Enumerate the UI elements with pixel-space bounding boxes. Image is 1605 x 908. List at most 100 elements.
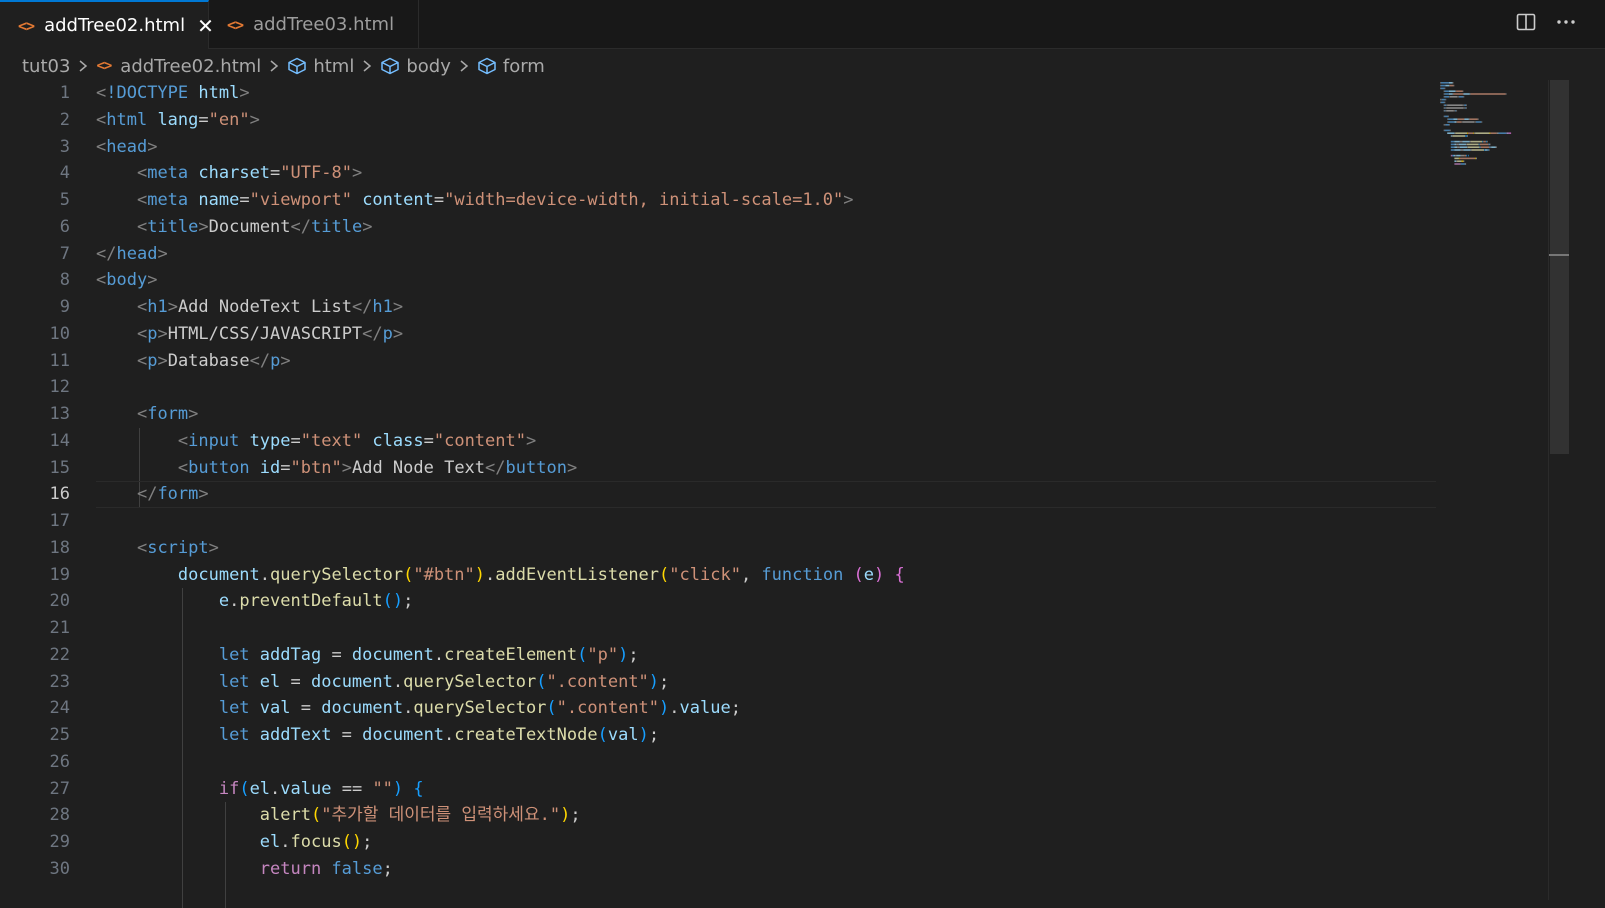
minimap-line bbox=[1444, 104, 1447, 106]
minimap-line bbox=[1467, 143, 1479, 146]
breadcrumb-item-folder[interactable]: tut03 bbox=[22, 56, 70, 77]
minimap-line bbox=[1462, 90, 1464, 92]
code-line[interactable]: <head> bbox=[96, 134, 1436, 161]
code-token: ) bbox=[638, 725, 649, 745]
minimap-line bbox=[1452, 93, 1454, 95]
code-area[interactable]: <!DOCTYPE html> <html lang="en"> <head> <m… bbox=[96, 80, 1436, 908]
minimap-line bbox=[1444, 115, 1449, 118]
editor-actions bbox=[1515, 0, 1577, 48]
code-token: = bbox=[198, 109, 209, 130]
minimap-line bbox=[1448, 115, 1449, 118]
code-line[interactable]: <meta charset="UTF-8"> bbox=[96, 160, 1436, 187]
tab-addtree03[interactable]: <> addTree03.html bbox=[209, 0, 419, 49]
line-number: 20 bbox=[49, 591, 70, 612]
code-line[interactable]: document.querySelector("#btn").addEventL… bbox=[96, 562, 1436, 589]
minimap-line bbox=[1476, 157, 1477, 160]
code-token: ) bbox=[659, 698, 670, 719]
code-line[interactable]: <script> bbox=[96, 535, 1436, 562]
code-line[interactable]: <button id="btn">Add Node Text</button> bbox=[96, 455, 1436, 482]
minimap-line bbox=[1444, 129, 1450, 132]
minimap-line bbox=[1453, 118, 1458, 120]
minimap-line bbox=[1467, 135, 1468, 137]
code-line[interactable]: el.focus(); bbox=[96, 829, 1436, 856]
code-token: document bbox=[177, 564, 260, 585]
code-line[interactable]: alert("추가할 데이터를 입력하세요."); bbox=[96, 802, 1436, 829]
minimap-line bbox=[1458, 96, 1464, 98]
code-line[interactable]: let val = document.querySelector(".conte… bbox=[96, 695, 1436, 722]
code-token: preventDefault bbox=[239, 591, 383, 612]
tab-addtree02[interactable]: <> addTree02.html ✕ bbox=[0, 0, 214, 49]
code-token: ; bbox=[403, 591, 414, 612]
minimap-line bbox=[1486, 140, 1488, 143]
line-number: 7 bbox=[59, 243, 70, 264]
code-line[interactable]: e.preventDefault(); bbox=[96, 588, 1436, 615]
code-line[interactable]: <meta name="viewport" content="width=dev… bbox=[96, 187, 1436, 214]
code-token: > bbox=[239, 83, 250, 103]
minimap-line bbox=[1456, 90, 1463, 92]
code-token: = bbox=[280, 457, 291, 478]
minimap-line bbox=[1464, 118, 1469, 120]
minimap-line bbox=[1455, 132, 1467, 134]
code-line[interactable]: let addTag = document.createElement("p")… bbox=[96, 642, 1436, 669]
line-number: 30 bbox=[49, 858, 70, 879]
code-line[interactable]: let el = document.querySelector(".conten… bbox=[96, 669, 1436, 696]
code-line[interactable] bbox=[96, 615, 1436, 642]
more-actions-icon[interactable] bbox=[1555, 11, 1577, 37]
line-number: 21 bbox=[49, 618, 70, 638]
code-token: "content" bbox=[433, 430, 526, 451]
minimap-line bbox=[1452, 135, 1466, 137]
cube-icon bbox=[380, 57, 400, 75]
minimap-line bbox=[1458, 143, 1467, 146]
minimap-line bbox=[1453, 84, 1455, 87]
code-line[interactable] bbox=[96, 508, 1436, 535]
breadcrumb-item-file[interactable]: <> addTree02.html bbox=[96, 56, 261, 77]
code-line[interactable]: <!DOCTYPE html> bbox=[96, 80, 1436, 107]
minimap-line bbox=[1457, 118, 1458, 120]
minimap-line bbox=[1440, 101, 1441, 104]
code-editor[interactable]: 1 2 3 4 5 6 7 8 9 10 11 12 13 14 15 16 17 18 19 20 21 22 23 24 2… bbox=[0, 80, 1548, 908]
minimap-line bbox=[1449, 90, 1456, 92]
code-line[interactable]: <title>Document</title> bbox=[96, 214, 1436, 241]
code-line[interactable]: <form> bbox=[96, 401, 1436, 428]
code-token: head bbox=[116, 243, 158, 264]
minimap-line bbox=[1450, 146, 1455, 148]
minimap-line bbox=[1459, 140, 1463, 143]
line-number-gutter: 1 2 3 4 5 6 7 8 9 10 11 12 13 14 15 16 17 18 19 20 21 22 23 24 2… bbox=[0, 80, 70, 883]
code-token: ( bbox=[577, 644, 588, 665]
split-editor-icon[interactable] bbox=[1515, 11, 1537, 37]
code-token: ".content" bbox=[556, 698, 660, 719]
scrollbar-thumb[interactable] bbox=[1550, 80, 1569, 454]
code-line[interactable] bbox=[96, 749, 1436, 776]
code-line[interactable] bbox=[96, 374, 1436, 401]
code-line[interactable]: let addText = document.createTextNode(va… bbox=[96, 722, 1436, 749]
code-line[interactable]: </form> bbox=[96, 481, 1436, 508]
code-token: input bbox=[188, 430, 250, 451]
code-token: alert bbox=[259, 805, 311, 826]
code-token: querySelector bbox=[413, 698, 547, 719]
code-line[interactable]: <body> bbox=[96, 267, 1436, 294]
code-line[interactable]: <p>HTML/CSS/JAVASCRIPT</p> bbox=[96, 321, 1436, 348]
code-token: ; bbox=[362, 832, 373, 852]
code-token: lang bbox=[157, 109, 199, 130]
code-token: { bbox=[413, 778, 424, 799]
vertical-scrollbar[interactable] bbox=[1548, 80, 1569, 900]
code-line[interactable]: </head> bbox=[96, 241, 1436, 268]
code-token: > bbox=[566, 457, 578, 478]
code-line[interactable]: return false; bbox=[96, 856, 1436, 883]
minimap[interactable] bbox=[1436, 80, 1548, 900]
minimap-line bbox=[1462, 121, 1475, 123]
code-token: "추가할 데이터를 입력하세요." bbox=[321, 805, 561, 826]
minimap-line bbox=[1443, 104, 1445, 106]
code-token: "en" bbox=[208, 109, 250, 130]
breadcrumb-item-html[interactable]: html bbox=[287, 56, 354, 77]
breadcrumb-item-body[interactable]: body bbox=[380, 56, 451, 77]
code-line[interactable]: <h1>Add NodeText List</h1> bbox=[96, 294, 1436, 321]
breadcrumb-item-form[interactable]: form bbox=[477, 56, 545, 77]
code-line[interactable]: <p>Database</p> bbox=[96, 348, 1436, 375]
line-number: 28 bbox=[49, 805, 70, 826]
code-token: HTML/CSS/JAVASCRIPT bbox=[167, 323, 363, 344]
code-line[interactable]: <input type="text" class="content"> bbox=[96, 428, 1436, 455]
code-line[interactable]: <html lang="en"> bbox=[96, 107, 1436, 134]
minimap-line bbox=[1440, 84, 1446, 87]
code-line[interactable]: if(el.value == "") { bbox=[96, 776, 1436, 803]
